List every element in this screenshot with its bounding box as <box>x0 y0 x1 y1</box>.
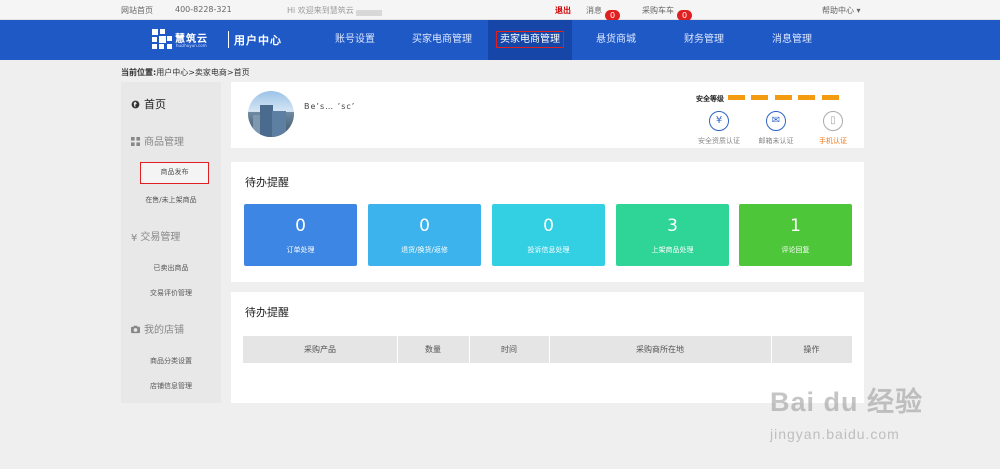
stat-value: 0 <box>543 216 554 236</box>
stat-card-listing[interactable]: 3 上架商品处理 <box>616 204 729 266</box>
nav-item-account-settings[interactable]: 账号设置 <box>320 20 390 60</box>
stat-label: 上架商品处理 <box>651 246 694 254</box>
site-home-link[interactable]: 网站首页 <box>121 5 153 16</box>
purchase-table-header: 采购产品 数量 时间 采购商所在地 操作 <box>243 336 852 363</box>
sidebar-section-trade: ¥ 交易管理 <box>131 232 181 244</box>
stat-card-returns[interactable]: 0 退货/换货/返修 <box>368 204 481 266</box>
column-header: 采购产品 <box>304 345 336 354</box>
user-center-title: 用户中心 <box>234 34 282 47</box>
security-level-bar <box>822 95 839 100</box>
logo-divider <box>228 31 229 48</box>
security-level-bar <box>728 95 745 100</box>
todo-title: 待办提醒 <box>245 176 289 189</box>
column-header: 数量 <box>425 345 441 354</box>
chevron-down-icon: ▾ <box>854 6 861 15</box>
main-nav: 慧筑云 huizhuyun.com 用户中心 账号设置 买家电商管理 卖家电商管… <box>0 20 1000 60</box>
nav-item-spot-mall[interactable]: 悬货商城 <box>584 20 648 60</box>
sidebar-section-shop: 我的店铺 <box>131 321 184 336</box>
baidu-watermark: Bai du 经验 jingyan.baidu.com <box>770 380 980 460</box>
cert-qualification-label: 安全资质认证 <box>698 137 740 145</box>
column-header: 操作 <box>803 345 820 354</box>
cert-email-label: 邮箱未认证 <box>758 137 794 145</box>
logout-link[interactable]: 退出 <box>555 5 571 16</box>
stat-value: 0 <box>295 216 306 236</box>
stat-label: 投诉信息处理 <box>527 246 570 254</box>
welcome-text: Hi 欢迎来到慧筑云 <box>287 5 382 16</box>
nav-item-seller-label: 卖家电商管理 <box>496 31 564 48</box>
purchase-title: 待办提醒 <box>245 306 289 319</box>
nav-item-messages[interactable]: 消息管理 <box>758 20 826 60</box>
nav-item-seller-ecommerce[interactable]: 卖家电商管理 <box>488 20 572 60</box>
logo[interactable]: 慧筑云 huizhuyun.com <box>152 28 222 52</box>
breadcrumb: 当前位置:用户中心>卖家电商>首页 <box>121 67 250 78</box>
username: Be’s… ’sc’ <box>304 102 356 111</box>
nav-item-finance[interactable]: 财务管理 <box>670 20 738 60</box>
watermark-url: jingyan.baidu.com <box>770 426 900 442</box>
help-center-link[interactable]: 帮助中心 ▾ <box>822 5 861 16</box>
sidebar-item-onsale-goods[interactable]: 在售/未上架商品 <box>121 195 221 205</box>
logo-grid-icon <box>152 29 172 49</box>
sidebar-section-goods: 商品管理 <box>131 133 184 148</box>
yen-icon: ¥ <box>131 233 138 244</box>
sidebar-item-sold-goods[interactable]: 已卖出商品 <box>121 263 221 273</box>
column-header: 采购商所在地 <box>636 345 684 354</box>
column-header: 时间 <box>501 345 517 354</box>
nav-item-buyer-ecommerce[interactable]: 买家电商管理 <box>402 20 482 60</box>
stat-label: 评论回复 <box>781 246 810 254</box>
security-level-bar <box>798 95 815 100</box>
sidebar-item-category-settings[interactable]: 商品分类设置 <box>121 356 221 366</box>
breadcrumb-prefix: 当前位置: <box>121 68 157 77</box>
stat-label: 退货/换货/返修 <box>401 246 448 254</box>
watermark-brand: Bai du 经验 <box>770 387 924 417</box>
stat-label: 订单处理 <box>286 246 315 254</box>
cert-qualification[interactable]: ¥ 安全资质认证 <box>689 111 749 146</box>
globe-icon <box>131 100 140 109</box>
stat-value: 1 <box>790 216 801 236</box>
security-level-label: 安全等级 <box>696 95 724 103</box>
redacted-username <box>355 10 382 16</box>
top-bar: 网站首页 400-8228-321 Hi 欢迎来到慧筑云 退出 消息 0 采购车车… <box>0 0 1000 21</box>
sidebar-item-shop-info[interactable]: 店铺信息管理 <box>121 381 221 391</box>
cert-phone-label: 手机认证 <box>819 137 847 145</box>
avatar[interactable] <box>248 91 294 137</box>
todo-reminder-panel: 待办提醒 0 订单处理 0 退货/换货/返修 0 投诉信息处理 3 上架商品处理… <box>231 162 864 282</box>
sidebar-item-trade-reviews[interactable]: 交易评价管理 <box>121 288 221 298</box>
breadcrumb-path: 用户中心>卖家电商>首页 <box>156 68 250 77</box>
security-level-bar <box>775 95 792 100</box>
sidebar: 首页 商品管理 商品发布 在售/未上架商品 ¥ 交易管理 已卖出商品 交易评价管理… <box>121 82 221 403</box>
certificate-icon: ¥ <box>709 111 729 131</box>
stat-card-orders[interactable]: 0 订单处理 <box>244 204 357 266</box>
stat-card-complaints[interactable]: 0 投诉信息处理 <box>492 204 605 266</box>
camera-icon <box>131 325 140 334</box>
sidebar-item-home[interactable]: 首页 <box>131 96 166 112</box>
logo-subtext: huizhuyun.com <box>176 43 207 48</box>
messages-link[interactable]: 消息 0 <box>586 5 621 21</box>
email-icon: ✉ <box>766 111 786 131</box>
stat-value: 3 <box>667 216 678 236</box>
cert-phone[interactable]: ▯ 手机认证 <box>803 111 863 146</box>
stat-value: 0 <box>419 216 430 236</box>
cert-email[interactable]: ✉ 邮箱未认证 <box>746 111 806 146</box>
grid-icon <box>131 137 140 146</box>
sidebar-item-publish-goods[interactable]: 商品发布 <box>140 162 209 184</box>
stat-card-reviews[interactable]: 1 评论回复 <box>739 204 852 266</box>
cart-link[interactable]: 采购车车 0 <box>642 5 693 21</box>
phone-number: 400-8228-321 <box>175 5 232 14</box>
phone-icon: ▯ <box>823 111 843 131</box>
security-level-bar <box>751 95 768 100</box>
profile-panel: Be’s… ’sc’ 安全等级 ¥ 安全资质认证 ✉ 邮箱未认证 ▯ 手机认证 <box>231 82 864 148</box>
